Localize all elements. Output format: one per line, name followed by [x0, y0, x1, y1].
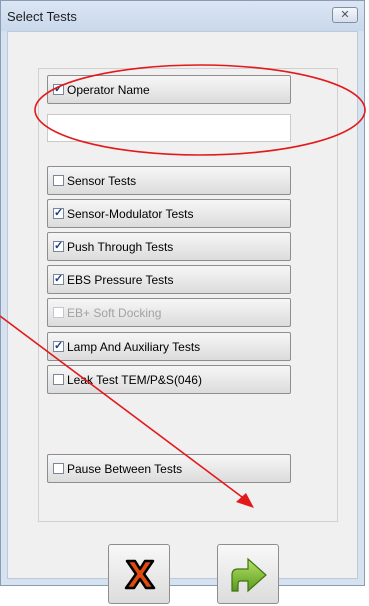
title-bar: Select Tests ✕: [1, 1, 364, 31]
next-button[interactable]: [217, 544, 279, 604]
cancel-button[interactable]: [108, 544, 170, 604]
leak-test-checkbox[interactable]: Leak Test TEM/P&S(046): [47, 365, 291, 394]
operator-name-checkbox[interactable]: Operator Name: [47, 75, 291, 104]
checkbox-label: Push Through Tests: [67, 239, 174, 254]
close-icon: ✕: [340, 9, 350, 21]
checkbox-label: Operator Name: [67, 82, 150, 97]
dialog-title: Select Tests: [7, 9, 77, 24]
checkbox-indicator: [53, 307, 64, 318]
checkbox-label: EB+ Soft Docking: [67, 305, 162, 320]
checkbox-indicator: [53, 272, 64, 285]
dialog-body: Operator Name Sensor Tests Sensor-Modula…: [7, 31, 358, 604]
sensor-modulator-tests-checkbox[interactable]: Sensor-Modulator Tests: [47, 199, 291, 228]
checkbox-indicator: [53, 82, 64, 95]
x-icon: [124, 559, 156, 590]
checkbox-label: Lamp And Auxiliary Tests: [67, 339, 201, 354]
checkbox-label: Sensor-Modulator Tests: [67, 206, 194, 221]
checkbox-label: Sensor Tests: [67, 173, 137, 188]
close-button[interactable]: ✕: [332, 7, 358, 23]
checkbox-indicator: [53, 206, 64, 219]
lamp-auxiliary-tests-checkbox[interactable]: Lamp And Auxiliary Tests: [47, 332, 291, 361]
checkbox-indicator: [53, 175, 64, 186]
checkbox-indicator: [53, 339, 64, 352]
arrow-right-icon: [231, 557, 267, 593]
checkbox-label: Pause Between Tests: [67, 461, 183, 476]
pause-between-tests-checkbox[interactable]: Pause Between Tests: [47, 454, 291, 483]
checkbox-label: Leak Test TEM/P&S(046): [67, 372, 202, 387]
eb-soft-docking-checkbox: EB+ Soft Docking: [47, 298, 291, 327]
checkbox-label: EBS Pressure Tests: [67, 272, 174, 287]
ebs-pressure-tests-checkbox[interactable]: EBS Pressure Tests: [47, 265, 291, 294]
select-tests-dialog: Select Tests ✕ Operator Name Sensor Test…: [0, 0, 365, 604]
sensor-tests-checkbox[interactable]: Sensor Tests: [47, 166, 291, 195]
push-through-tests-checkbox[interactable]: Push Through Tests: [47, 232, 291, 261]
operator-name-input[interactable]: [47, 114, 291, 142]
checkbox-indicator: [53, 463, 64, 474]
checkbox-indicator: [53, 239, 64, 252]
checkbox-indicator: [53, 374, 64, 385]
